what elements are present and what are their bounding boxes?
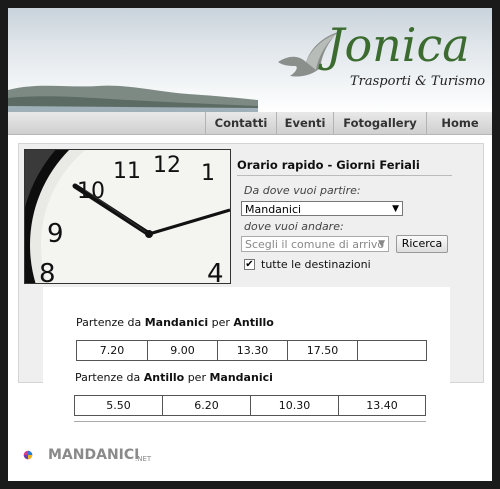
departure-time: 13.30 — [217, 340, 288, 361]
chevron-down-icon: ▼ — [392, 204, 399, 214]
search-button[interactable]: Ricerca — [396, 235, 448, 253]
watermark-text: MANDANICI — [48, 447, 140, 463]
clock-photo: 10 11 12 1 9 8 4 — [24, 149, 231, 284]
departure-time: 5.50 — [74, 395, 163, 416]
times-table-1: 7.20 9.00 13.30 17.50 — [76, 340, 427, 361]
all-destinations-label: tutte le destinazioni — [261, 258, 371, 271]
nav-item-fotogallery[interactable]: Fotogallery — [333, 112, 426, 134]
main-nav: Contatti Eventi Fotogallery Home — [8, 112, 492, 135]
clock-number: 11 — [113, 159, 141, 184]
clock-number: 1 — [201, 161, 215, 186]
brand-name: Jonica — [326, 18, 470, 72]
route-heading-2: Partenze da Antillo per Mandanici — [75, 371, 273, 384]
page-frame: Jonica Trasporti & Turismo Contatti Even… — [8, 8, 492, 481]
all-destinations-checkbox[interactable]: ✔ — [244, 259, 255, 270]
site-header: Jonica Trasporti & Turismo — [8, 8, 492, 112]
nav-item-contatti[interactable]: Contatti — [205, 112, 276, 134]
chevron-down-icon: ▼ — [378, 239, 385, 249]
divider — [74, 421, 426, 422]
departure-time — [357, 340, 427, 361]
nav-item-home[interactable]: Home — [426, 112, 492, 134]
clock-number: 8 — [39, 259, 56, 283]
nav-item-eventi[interactable]: Eventi — [276, 112, 333, 134]
mandanici-watermark-logo-icon — [23, 450, 33, 460]
departure-time: 6.20 — [162, 395, 251, 416]
departures-section: Partenze da Mandanici per Antillo 7.20 9… — [43, 287, 450, 434]
times-table-2: 5.50 6.20 10.30 13.40 — [74, 395, 426, 416]
departure-time: 9.00 — [147, 340, 218, 361]
route-heading-1: Partenze da Mandanici per Antillo — [76, 316, 274, 329]
departure-time: 17.50 — [287, 340, 358, 361]
clock-number: 9 — [47, 219, 64, 249]
timetable-title: Orario rapido - Giorni Feriali — [237, 158, 420, 172]
from-label: Da dove vuoi partire: — [244, 184, 361, 197]
departure-value: Mandanici — [245, 203, 302, 216]
watermark-suffix: .NET — [135, 455, 152, 463]
departure-time: 13.40 — [338, 395, 426, 416]
brand-tagline: Trasporti & Turismo — [350, 74, 486, 89]
destination-placeholder: Scegli il comune di arrivo — [245, 238, 385, 251]
departure-time: 10.30 — [250, 395, 339, 416]
clock-number: 12 — [153, 153, 181, 178]
departure-time: 7.20 — [76, 340, 148, 361]
destination-select[interactable]: Scegli il comune di arrivo ▼ — [241, 236, 389, 252]
clock-number: 4 — [207, 259, 224, 283]
coastline-photo — [8, 85, 258, 112]
divider — [237, 175, 452, 176]
departure-select[interactable]: Mandanici ▼ — [241, 201, 403, 216]
to-label: dove vuoi andare: — [244, 220, 344, 233]
